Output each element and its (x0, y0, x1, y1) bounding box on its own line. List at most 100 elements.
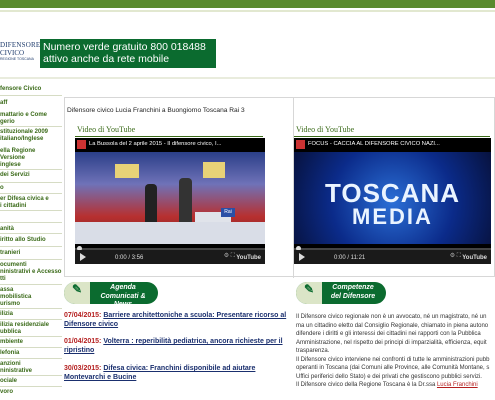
news-item[interactable]: 07/04/2015: Barriere architettoniche a s… (64, 311, 290, 329)
sidebar-divider (0, 375, 62, 376)
sidebar-item[interactable]: assa (0, 287, 62, 294)
guest-figure (179, 178, 192, 224)
sidebar-item[interactable]: ella Regione (0, 148, 62, 155)
time-readout: 0:00 / 3:56 (115, 255, 144, 261)
sidebar-item[interactable]: gerio (0, 119, 62, 126)
sidebar-divider (0, 386, 62, 387)
sidebar-divider (0, 233, 62, 234)
site-logo[interactable]: DIFENSORE CIVICO REGIONE TOSCANA (0, 40, 41, 62)
rai-logo: Rai (221, 208, 235, 217)
sidebar-item[interactable]: ilizia (0, 311, 62, 318)
competenze-subtitle: del Difensore (330, 293, 376, 300)
sidebar-divider (0, 336, 62, 337)
presenter-figure (145, 184, 157, 224)
sidebar-item[interactable]: voro (0, 389, 62, 396)
sidebar-divider (0, 347, 62, 348)
description-paragraph: Il Difensore civico della Regione Toscan… (296, 381, 495, 390)
sidebar-item[interactable]: mobilistica (0, 294, 62, 301)
sidebar-item[interactable]: tti (0, 276, 62, 283)
sidebar-divider (0, 169, 62, 170)
settings-icon[interactable]: ⚙ ⛶ (224, 252, 235, 260)
sidebar-item[interactable]: ninistrativi e Accesso (0, 269, 62, 276)
sidebar-item[interactable]: mbiente (0, 339, 62, 346)
news-date: 01/04/2015: (64, 338, 102, 345)
play-icon[interactable] (80, 253, 86, 261)
logo-line-3: REGIONE TOSCANA (0, 57, 34, 61)
youtube-player-left[interactable]: La Bussola del 2 aprile 2015 - Il difens… (75, 138, 265, 264)
sidebar-item[interactable]: fensore Civico (0, 86, 62, 93)
news-item[interactable]: 01/04/2015: Volterra : reperibilità pedi… (64, 337, 290, 355)
sidebar-divider (0, 319, 62, 320)
sidebar-item[interactable]: ubblica (0, 329, 62, 336)
video-panel: Difensore civico Lucia Franchini a Buong… (64, 97, 495, 278)
agenda-icon: ✎ (64, 282, 90, 304)
sidebar-divider (0, 182, 62, 183)
sidebar-item[interactable]: lefonia (0, 350, 62, 357)
right-video-column: Video di YouTube FOCUS - CACCIA AL DIFEN… (294, 98, 494, 278)
top-divider (0, 10, 495, 12)
player-controls: 0:00 / 3:56 ⚙ ⛶ YouTube (75, 250, 265, 264)
sidebar-item[interactable]: inglese (0, 162, 62, 169)
sidebar-item[interactable]: i cittadini (0, 203, 62, 210)
description-text: Il Difensore civico della Regione Toscan… (296, 382, 436, 388)
sidebar-item[interactable]: anità (0, 226, 62, 233)
sidebar-divider (0, 259, 62, 260)
sidebar-item[interactable]: ninistrative (0, 368, 62, 375)
competenze-badge[interactable]: ✎ Competenze del Difensore (296, 282, 386, 304)
video-thumbnail[interactable]: Rai (75, 152, 265, 244)
sidebar-nav: fensore Civico aff mattario e Come gerio sti… (0, 86, 62, 400)
player-title[interactable]: FOCUS - CACCIA AL DIFENSORE CIVICO NAZI.… (308, 141, 440, 147)
video-heading: Video di YouTube (77, 125, 136, 134)
agenda-badge[interactable]: ✎ Agenda Comunicati & News (64, 282, 158, 308)
sidebar-item[interactable]: italiano/Inglese (0, 136, 62, 143)
settings-icon[interactable]: ⚙ ⛶ (450, 252, 461, 260)
sidebar-item[interactable]: stituzionale 2009 (0, 129, 62, 136)
sidebar-divider (0, 210, 62, 211)
sidebar-divider (0, 193, 62, 194)
heading-underline (294, 136, 490, 137)
sidebar-item[interactable]: ilizia residenziale (0, 322, 62, 329)
studio-screen (203, 162, 225, 178)
play-icon[interactable] (299, 253, 305, 261)
sidebar-item[interactable]: urismo (0, 301, 62, 308)
video-thumbnail[interactable]: TOSCANA MEDIA (294, 152, 491, 244)
competenze-description: Il Difensore civico regionale non è un a… (296, 313, 495, 390)
sidebar-divider (0, 246, 62, 247)
video-heading: Video di YouTube (296, 125, 355, 134)
studio-floor (75, 222, 265, 244)
sidebar-divider (0, 222, 62, 223)
sidebar-item[interactable]: anzioni (0, 361, 62, 368)
sidebar-item[interactable]: er Difesa civica e (0, 196, 62, 203)
studio-screen (115, 164, 139, 178)
sidebar-divider (0, 358, 62, 359)
news-date: 07/04/2015: (64, 312, 102, 319)
channel-avatar (77, 140, 86, 149)
channel-avatar (296, 140, 305, 149)
sidebar-item[interactable]: ocumenti (0, 262, 62, 269)
sidebar-item[interactable]: o (0, 185, 62, 192)
sidebar-item[interactable]: Versione (0, 155, 62, 162)
agenda-title: Agenda (110, 284, 136, 291)
player-controls: 0:00 / 11:21 ⚙ ⛶ YouTube (294, 250, 491, 264)
sidebar-divider (0, 126, 62, 127)
news-date: 30/03/2015: (64, 365, 102, 372)
youtube-player-right[interactable]: FOCUS - CACCIA AL DIFENSORE CIVICO NAZI.… (294, 138, 491, 264)
heading-underline (75, 136, 263, 137)
toscana-media-logo-top: TOSCANA (324, 178, 461, 208)
youtube-logo[interactable]: YouTube (236, 255, 261, 261)
sidebar-item[interactable]: dei Servizi (0, 172, 62, 179)
sidebar-divider (0, 284, 62, 285)
sidebar-item[interactable]: mattario e Come (0, 112, 62, 119)
sidebar-item[interactable]: ociale (0, 378, 62, 385)
news-item[interactable]: 30/03/2015: Difesa civica: Franchini dis… (64, 364, 290, 382)
youtube-logo[interactable]: YouTube (462, 255, 487, 261)
franchini-link[interactable]: Lucia Franchini (437, 382, 478, 388)
sidebar-item[interactable]: iritto allo Studio (0, 237, 62, 244)
sidebar-item[interactable]: aff (0, 100, 62, 107)
sidebar-item[interactable]: tranieri (0, 250, 62, 257)
player-title[interactable]: La Bussola del 2 aprile 2015 - Il difens… (89, 141, 221, 147)
description-paragraph: Il Difensore civico interviene nei confr… (296, 356, 490, 380)
logo-line-1: DIFENSORE (0, 41, 41, 49)
video-caption: Difensore civico Lucia Franchini a Buong… (67, 107, 245, 114)
sidebar-divider (0, 95, 62, 96)
